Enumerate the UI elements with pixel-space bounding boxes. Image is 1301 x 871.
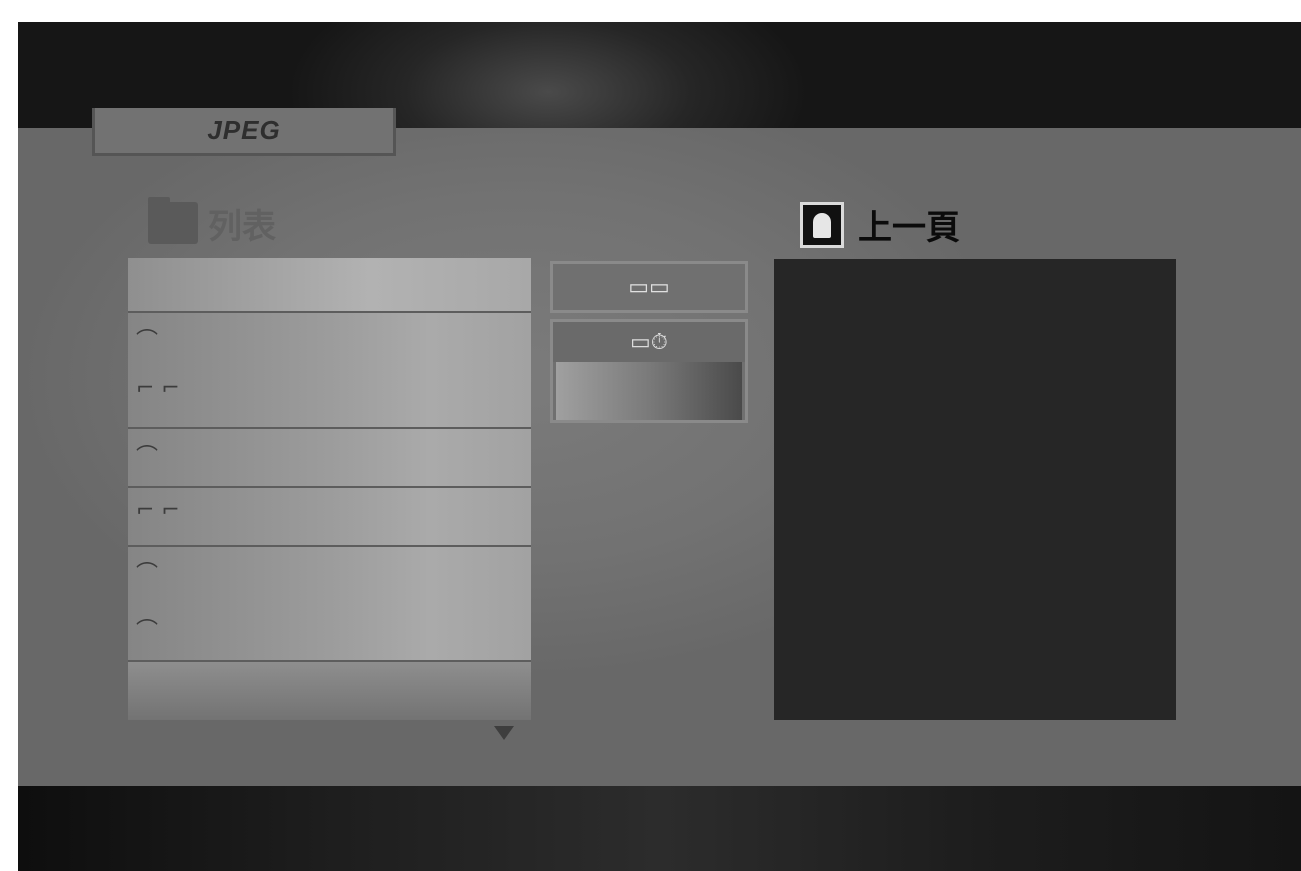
file-list-title: 列表 <box>208 206 276 247</box>
folder-icon <box>148 197 198 244</box>
list-item[interactable]: ⌒ <box>128 605 531 662</box>
list-item[interactable]: ⌐ ⌐ <box>128 490 531 547</box>
list-item-label: ⌐ ⌐ <box>136 376 180 401</box>
list-item[interactable]: ⌒ <box>128 548 531 605</box>
play-button[interactable]: ▭▭ <box>550 261 748 313</box>
slideshow-button[interactable]: ▭⏱ <box>550 319 748 423</box>
list-item-label: ⌐ ⌐ <box>136 498 180 523</box>
list-footer <box>128 662 531 720</box>
slideshow-icon: ▭⏱ <box>630 329 668 355</box>
scroll-down-icon[interactable] <box>494 726 514 740</box>
slideshow-speed-bar[interactable] <box>556 362 742 420</box>
mode-tab-label: JPEG <box>207 115 281 145</box>
preview-title[interactable]: 上一頁 <box>858 200 960 249</box>
jpeg-mode-tab[interactable]: JPEG <box>92 108 396 156</box>
list-item-selected[interactable] <box>128 258 531 313</box>
preview-header: 上一頁 <box>800 200 960 249</box>
list-item[interactable]: ⌒ <box>128 431 531 488</box>
photo-icon <box>800 201 844 248</box>
list-item-label: ⌒ <box>136 619 159 644</box>
play-icon: ▭▭ <box>628 274 670 300</box>
list-item[interactable]: ⌐ ⌐ <box>128 372 531 429</box>
file-list[interactable]: ⌒ ⌐ ⌐ ⌒ ⌐ ⌐ ⌒ ⌒ <box>128 258 531 720</box>
list-item-label: ⌒ <box>136 329 159 354</box>
file-list-header: 列表 <box>148 197 276 248</box>
list-item-label: ⌒ <box>136 445 159 470</box>
list-item[interactable]: ⌒ <box>128 315 531 372</box>
list-item-label: ⌒ <box>136 562 159 587</box>
slideshow-header: ▭⏱ <box>553 322 745 362</box>
preview-pane <box>774 259 1176 720</box>
bottom-bar <box>18 786 1301 871</box>
